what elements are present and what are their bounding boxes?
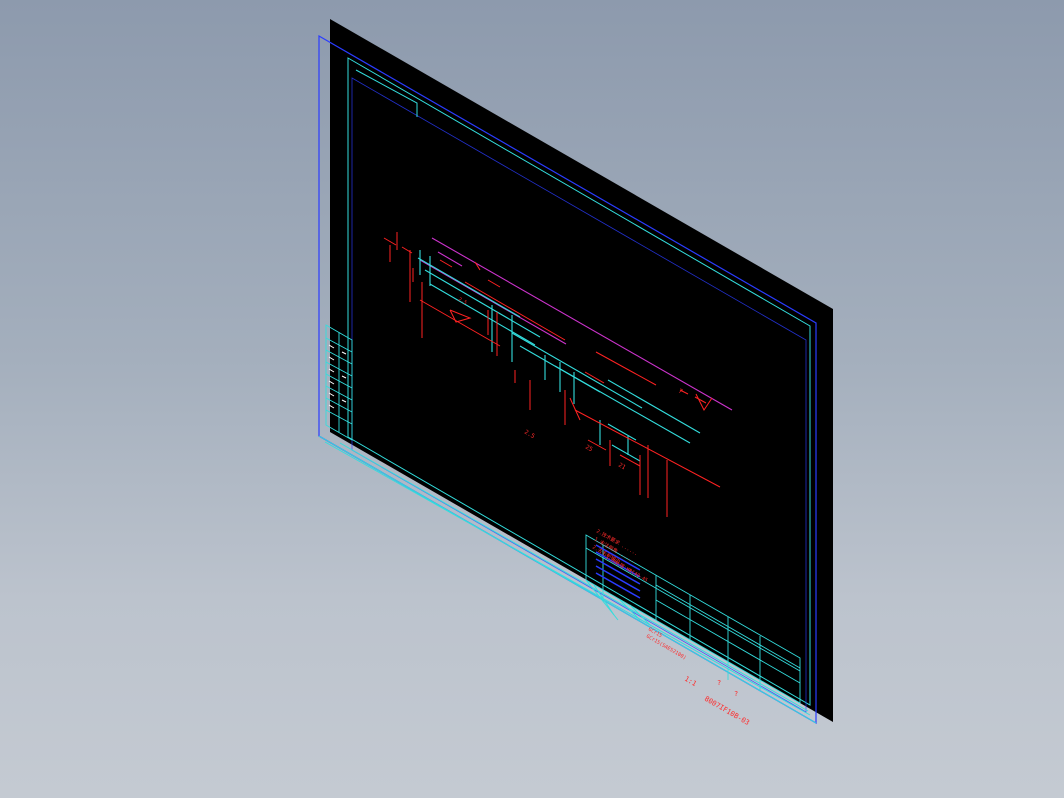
cad-viewport[interactable]: 2.5 2.5 25 21 7 2.技术要求 ...... 1.未注倒角 ...…: [0, 0, 1064, 798]
sheet-field-text: ?: [717, 679, 721, 687]
scale-text: 1:1: [683, 675, 698, 688]
count-field-text: ?: [734, 690, 738, 698]
drawing-sheet: [330, 19, 833, 722]
drawing-number-text: 8007IF10B-03: [703, 695, 751, 727]
